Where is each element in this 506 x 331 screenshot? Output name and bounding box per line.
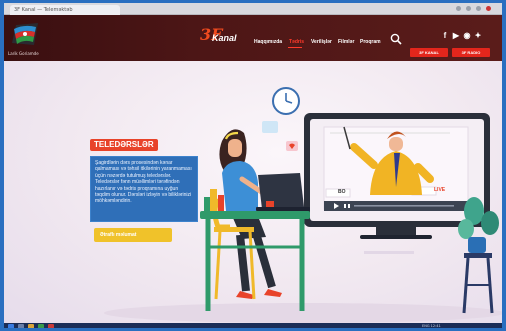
screen-frame: 3F Kanal — Teleməktəb Larik Goriamde 3F … — [0, 0, 506, 331]
nav-item-verilisler[interactable]: Verilişlər — [311, 39, 332, 45]
radio-button[interactable]: 3F RADIO — [452, 48, 490, 57]
browser-tab[interactable]: 3F Kanal — Teleməktəb — [10, 5, 120, 15]
browser-chrome: 3F Kanal — Teleməktəb — [4, 3, 502, 15]
nav-item-filmler[interactable]: Filmlər — [338, 39, 354, 45]
hero-title: TELEDƏRSLƏR — [90, 139, 158, 151]
kanal-button[interactable]: 3F KANAL — [410, 48, 448, 57]
social-links: f ▶ ◉ ✦ — [440, 31, 488, 43]
extension-icon[interactable] — [476, 6, 481, 11]
twitter-icon[interactable]: ✦ — [473, 31, 483, 41]
flag-logo-icon[interactable] — [10, 21, 40, 49]
os-taskbar: ENG 12:41 — [4, 323, 502, 328]
instagram-icon[interactable]: ◉ — [462, 31, 472, 41]
hero-illustration — [104, 87, 502, 323]
nav-item-haqqimizda[interactable]: Haqqımızda — [254, 39, 282, 45]
browser-icon[interactable] — [38, 324, 44, 328]
laptop-icon — [256, 173, 310, 211]
more-info-button[interactable]: Ətraflı məlumat — [94, 228, 172, 242]
close-icon[interactable] — [486, 6, 491, 11]
search-taskbar-icon[interactable] — [18, 324, 24, 328]
minimize-icon[interactable] — [456, 6, 461, 11]
book-icon — [210, 189, 217, 211]
site-header: Larik Goriamde 3F Kanal Haqqımızda Tədri… — [4, 15, 502, 61]
logo-caption: Larik Goriamde — [8, 51, 39, 56]
app-icon[interactable] — [48, 324, 54, 328]
video-right-label: LIVE — [434, 187, 446, 193]
nav-item-proqram[interactable]: Proqram — [360, 39, 381, 45]
youtube-icon[interactable]: ▶ — [451, 31, 461, 41]
hero-description: Şagirdlərin dərs prosesindən kənar qalma… — [90, 156, 198, 222]
clock-icon — [272, 87, 300, 115]
folder-icon[interactable] — [28, 324, 34, 328]
facebook-icon[interactable]: f — [440, 31, 450, 41]
nav-item-tedris[interactable]: Tədris — [289, 39, 304, 45]
hero-section: TELEDƏRSLƏR Şagirdlərin dərs prosesindən… — [4, 61, 502, 323]
start-icon[interactable] — [8, 324, 14, 328]
active-nav-indicator — [288, 47, 302, 48]
search-icon[interactable] — [390, 33, 402, 45]
maximize-icon[interactable] — [466, 6, 471, 11]
video-left-label: BO — [338, 189, 346, 195]
system-tray[interactable]: ENG 12:41 — [422, 324, 441, 328]
brand-name: Kanal — [212, 33, 237, 43]
chat-bubble-icon — [262, 121, 278, 133]
